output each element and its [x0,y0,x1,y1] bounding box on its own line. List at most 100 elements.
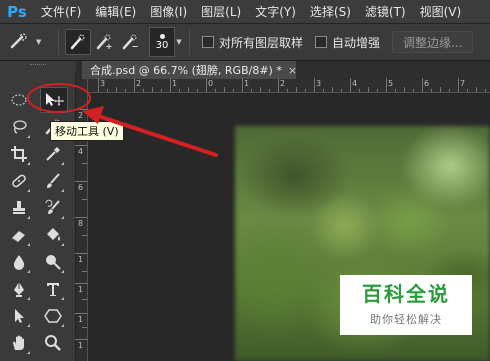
brush-size-value: 30 [155,39,169,51]
history-brush-tool[interactable] [40,195,66,221]
horizontal-ruler[interactable]: 3 2 1 0 1 2 3 4 5 6 7 [88,78,490,93]
menu-select[interactable]: 选择(S) [303,3,358,20]
ruler-label: 2 [78,111,84,120]
ruler-label: 1 [172,79,178,88]
eyedropper-icon [46,147,60,161]
ruler-label: 3 [100,79,106,88]
tool-group-indicator [27,162,30,165]
menu-layer[interactable]: 图层(L) [194,3,248,20]
lasso-tool[interactable] [6,114,32,140]
hand-tool[interactable] [6,330,32,356]
pen-tool[interactable] [6,276,32,302]
ruler-label: 2 [136,79,142,88]
spot-healing-tool[interactable] [6,168,32,194]
chevron-down-icon[interactable]: ▼ [175,27,183,57]
watermark-subtitle: 助你轻松解决 [370,313,442,326]
close-icon[interactable]: × [288,64,297,77]
paint-bucket-icon [47,228,60,241]
ruler-label: 6 [78,183,84,192]
tool-group-indicator [61,243,64,246]
add-to-selection-button[interactable] [91,29,117,55]
new-selection-button[interactable] [65,29,91,55]
ruler-label: 2 [280,79,286,88]
tool-group-indicator [27,270,30,273]
stamp-icon [13,201,25,214]
ruler-label: 1 [78,315,84,324]
bandage-icon [12,174,26,188]
ruler-label: 6 [424,79,430,88]
menu-view[interactable]: 视图(V) [413,3,469,20]
tool-group-indicator [61,216,64,219]
ruler-label: 4 [78,147,84,156]
tool-group-indicator [61,297,64,300]
menu-image[interactable]: 图像(I) [143,3,194,20]
ruler-label: 0 [208,79,214,88]
chevron-down-icon: ▼ [36,38,42,46]
dodge-tool[interactable] [40,249,66,275]
path-selection-tool[interactable] [6,303,32,329]
auto-enhance-label: 自动增强 [332,35,381,50]
tool-group-indicator [61,189,64,192]
menu-filter[interactable]: 滤镜(T) [358,3,413,20]
tool-group-indicator [61,162,64,165]
refine-edge-button[interactable]: 调整边缘... [392,31,474,53]
zoom-tool[interactable] [40,330,66,356]
tool-preset-picker[interactable]: ▼ [6,27,52,57]
menu-bar: Ps 文件(F) 编辑(E) 图像(I) 图层(L) 文字(Y) 选择(S) 滤… [0,0,490,24]
move-tool-tooltip: 移动工具 (V) [50,121,124,141]
tool-group-indicator [27,243,30,246]
ellipse-marquee-icon [11,94,27,106]
eraser-tool[interactable] [6,222,32,248]
options-bar: ▼ 30 ▼ 对所有图层取样 自动增强 调整边缘... [0,24,490,61]
divider [189,29,190,55]
shape-tool[interactable] [40,303,66,329]
move-icon [46,93,64,106]
clone-stamp-tool[interactable] [6,195,32,221]
photoshop-logo: Ps [7,2,27,21]
type-tool[interactable] [40,276,66,302]
brush-tip-icon [159,33,165,39]
subtract-from-selection-button[interactable] [117,29,143,55]
blur-tool[interactable] [6,249,32,275]
tool-group-indicator [27,297,30,300]
brush-tool[interactable] [40,168,66,194]
crop-icon [11,146,27,162]
type-icon [47,283,59,296]
divider [58,29,59,55]
elliptical-marquee-tool[interactable] [6,87,32,113]
brush-icon [47,173,60,188]
auto-enhance-checkbox[interactable] [315,36,328,48]
history-brush-icon [45,199,60,214]
tool-group-indicator [61,270,64,273]
move-tool[interactable] [40,87,68,113]
eraser-icon [11,231,25,243]
menu-type[interactable]: 文字(Y) [248,3,303,20]
tool-group-indicator [27,189,30,192]
crop-tool[interactable] [6,141,32,167]
document-tab[interactable]: 合成.psd @ 66.7% (翅膀, RGB/8#) * × [82,61,297,79]
menu-file[interactable]: 文件(F) [34,3,88,20]
sample-all-layers-checkbox[interactable] [202,36,214,48]
toolbar-grip[interactable] [30,64,46,67]
sample-all-layers-label: 对所有图层取样 [219,35,304,50]
eyedropper-tool[interactable] [40,141,66,167]
drop-icon [13,255,25,270]
ruler-label: 1 [78,285,84,294]
ruler-label: 7 [460,79,466,88]
hexagon-icon [44,309,62,323]
ruler-label: 3 [316,79,322,88]
ruler-label: 1 [244,79,250,88]
brush-size-picker[interactable]: 30 [149,27,175,57]
dodge-icon [46,255,61,270]
ruler-label: 4 [352,79,358,88]
ruler-label: 1 [78,255,84,264]
pen-icon [14,282,24,297]
tool-group-indicator [61,324,64,327]
menu-edit[interactable]: 编辑(E) [88,3,143,20]
tools-panel [0,71,76,361]
hand-icon [13,335,24,350]
lasso-icon [13,120,27,134]
ruler-label: 5 [388,79,394,88]
paint-bucket-tool[interactable] [40,222,66,248]
document-tab-title: 合成.psd @ 66.7% (翅膀, RGB/8#) * [90,64,282,77]
